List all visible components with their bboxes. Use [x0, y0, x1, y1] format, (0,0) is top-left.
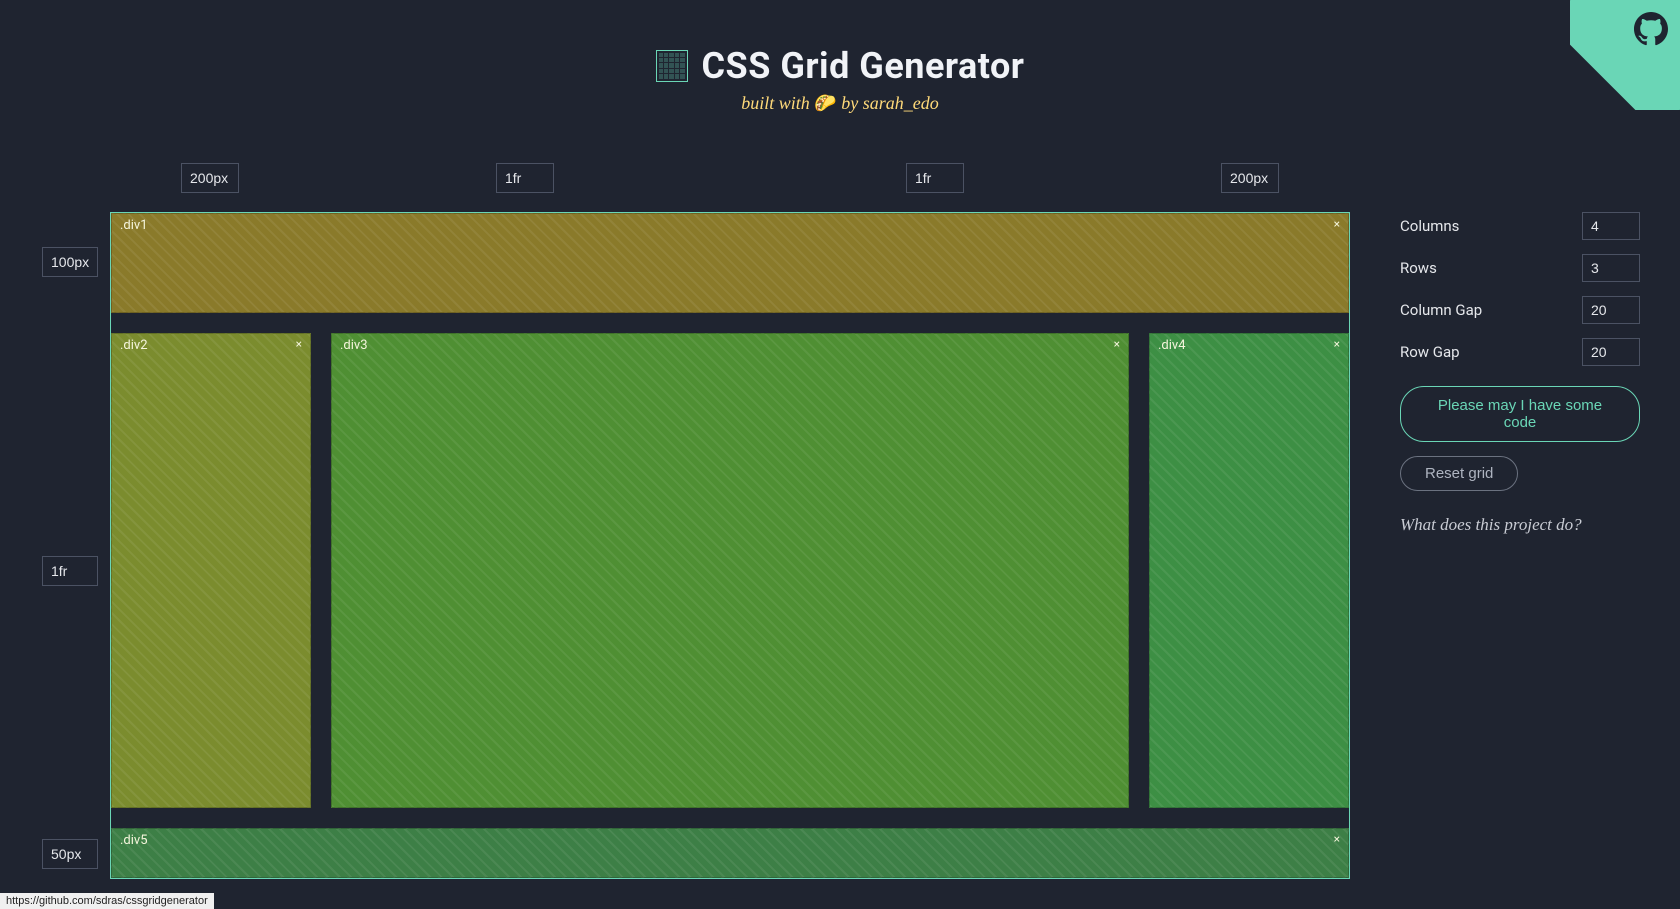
col-unit-input-3[interactable] — [906, 163, 964, 193]
github-corner-link[interactable] — [1570, 0, 1680, 110]
page-title: CSS Grid Generator — [702, 45, 1025, 87]
controls-sidebar: Columns Rows Column Gap Row Gap Please m… — [1400, 160, 1640, 879]
area-label: .div5 — [120, 833, 148, 848]
header: CSS Grid Generator built with 🌮 by sarah… — [0, 0, 1680, 114]
close-icon[interactable]: × — [1334, 218, 1340, 230]
close-icon[interactable]: × — [1334, 833, 1340, 845]
grid-area-div3[interactable]: .div3 × — [331, 333, 1129, 808]
row-unit-input-1[interactable] — [42, 247, 98, 277]
rowgap-input[interactable] — [1582, 338, 1640, 366]
grid-area-div5[interactable]: .div5 × — [111, 828, 1349, 878]
area-label: .div4 — [1158, 338, 1186, 353]
area-label: .div2 — [120, 338, 148, 353]
col-unit-input-1[interactable] — [181, 163, 239, 193]
close-icon[interactable]: × — [1334, 338, 1340, 350]
taco-icon: 🌮 — [814, 93, 836, 113]
area-label: .div3 — [340, 338, 368, 353]
grid-logo-icon — [656, 50, 688, 82]
grid-area-div4[interactable]: .div4 × — [1149, 333, 1349, 808]
area-label: .div1 — [120, 218, 148, 233]
rowgap-label: Row Gap — [1400, 343, 1460, 361]
col-unit-input-4[interactable] — [1221, 163, 1279, 193]
reset-grid-button[interactable]: Reset grid — [1400, 456, 1518, 491]
github-icon — [1634, 12, 1668, 46]
close-icon[interactable]: × — [296, 338, 302, 350]
generate-code-button[interactable]: Please may I have some code — [1400, 386, 1640, 442]
columns-label: Columns — [1400, 217, 1459, 235]
grid-canvas[interactable]: .div1 × .div2 × .div3 × .div4 × .div5 × — [110, 212, 1350, 879]
row-unit-input-3[interactable] — [42, 839, 98, 869]
rows-label: Rows — [1400, 259, 1437, 277]
colgap-label: Column Gap — [1400, 301, 1482, 319]
close-icon[interactable]: × — [1114, 338, 1120, 350]
rows-input[interactable] — [1582, 254, 1640, 282]
grid-area-div1[interactable]: .div1 × — [111, 213, 1349, 313]
grid-area-div2[interactable]: .div2 × — [111, 333, 311, 808]
columns-input[interactable] — [1582, 212, 1640, 240]
colgap-input[interactable] — [1582, 296, 1640, 324]
row-unit-input-2[interactable] — [42, 556, 98, 586]
column-units-row — [110, 160, 1350, 196]
col-unit-input-2[interactable] — [496, 163, 554, 193]
byline: built with 🌮 by sarah_edo — [0, 93, 1680, 114]
help-link[interactable]: What does this project do? — [1400, 515, 1640, 535]
row-units-col — [40, 212, 100, 879]
grid-editor: .div1 × .div2 × .div3 × .div4 × .div5 × — [40, 160, 1350, 879]
status-bar-url: https://github.com/sdras/cssgridgenerato… — [0, 893, 214, 909]
